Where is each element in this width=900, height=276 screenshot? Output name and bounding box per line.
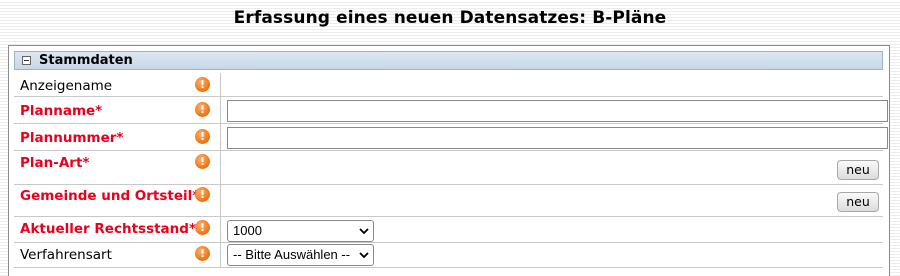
field-label-planname: Planname* [20, 103, 103, 119]
stammdaten-panel: Stammdaten Anzeigename ! Planname* ! Pla… [8, 45, 890, 276]
panel-title: Stammdaten [39, 53, 133, 68]
field-label-gemeinde-ortsteil: Gemeinde und Ortsteil* [20, 188, 200, 204]
info-icon[interactable]: ! [195, 102, 210, 117]
field-label-plannummer: Plannummer* [20, 130, 124, 146]
label-cell: Plan-Art* ! [14, 151, 221, 184]
field-label-plan-art: Plan-Art* [20, 155, 90, 171]
label-cell: Aktueller Rechtsstand* ! [14, 217, 221, 242]
rechtsstand-select[interactable]: 1000 [227, 220, 374, 242]
rechtsstand-selected-value: 1000 [233, 223, 262, 238]
verfahrensart-selected-value: -- Bitte Auswählen -- [233, 247, 351, 262]
info-icon[interactable]: ! [195, 220, 210, 235]
field-label-verfahrensart: Verfahrensart [20, 247, 112, 263]
info-icon[interactable]: ! [195, 246, 210, 261]
info-icon[interactable]: ! [195, 187, 210, 202]
collapse-minus-icon[interactable] [22, 56, 31, 65]
page-title: Erfassung eines neuen Datensatzes: B-Plä… [233, 8, 667, 28]
info-icon[interactable]: ! [195, 129, 210, 144]
verfahrensart-select[interactable]: -- Bitte Auswählen -- [227, 244, 374, 266]
info-icon[interactable]: ! [195, 154, 210, 169]
info-icon[interactable]: ! [195, 77, 210, 92]
label-cell: Anzeigename ! [14, 73, 221, 96]
plan-art-neu-button[interactable]: neu [837, 160, 879, 180]
label-cell: Verfahrensart ! [14, 243, 221, 267]
row-anzeigename: Anzeigename ! [14, 73, 883, 97]
label-cell: Gemeinde und Ortsteil* ! [14, 185, 221, 216]
row-plan-art: Plan-Art* ! neu [14, 151, 883, 185]
row-planname: Planname* ! [14, 97, 888, 124]
row-gemeinde-ortsteil: Gemeinde und Ortsteil* ! neu [14, 185, 883, 217]
plannummer-input[interactable] [227, 127, 888, 149]
panel-header[interactable]: Stammdaten [14, 51, 883, 70]
gemeinde-neu-button[interactable]: neu [837, 192, 879, 212]
label-cell: Planname* ! [14, 97, 221, 123]
row-plannummer: Plannummer* ! [14, 124, 888, 151]
row-rechtsstand: Aktueller Rechtsstand* ! 1000 [14, 217, 883, 243]
chevron-down-icon [359, 228, 369, 235]
field-label-rechtsstand: Aktueller Rechtsstand* [20, 221, 197, 237]
label-cell: Plannummer* ! [14, 124, 221, 150]
field-label-anzeigename: Anzeigename [20, 78, 113, 94]
row-verfahrensart: Verfahrensart ! -- Bitte Auswählen -- [14, 243, 883, 268]
planname-input[interactable] [227, 100, 888, 122]
chevron-down-icon [359, 252, 369, 259]
